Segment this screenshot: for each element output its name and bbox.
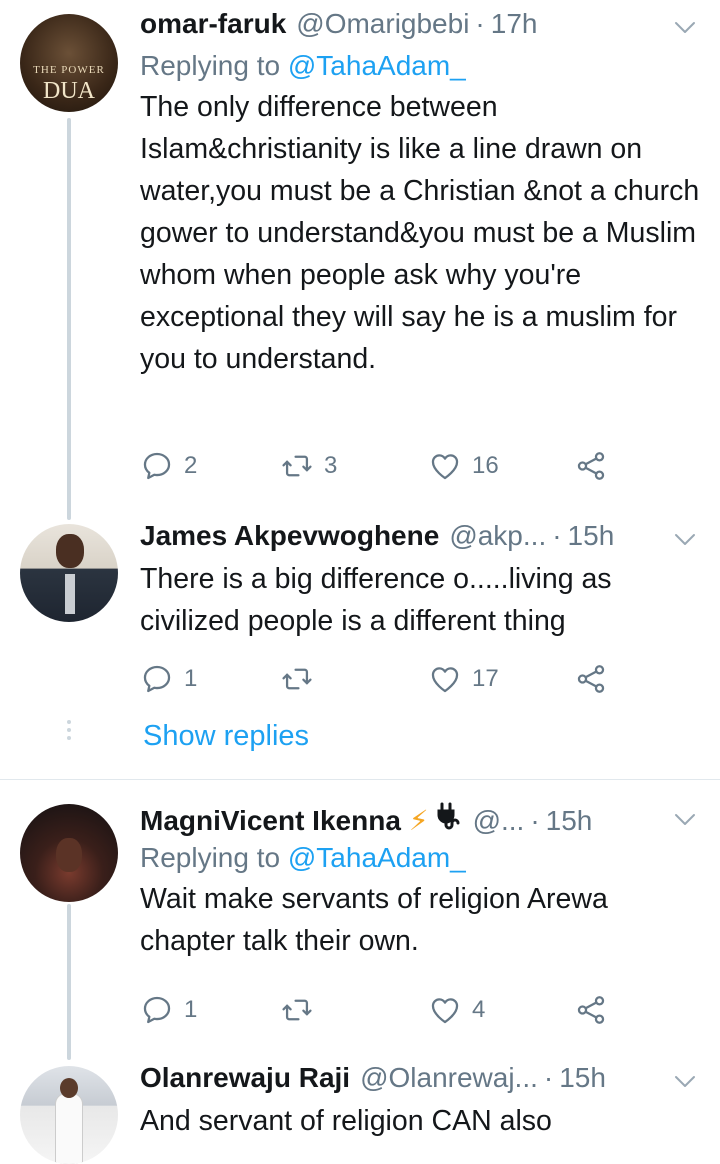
avatar[interactable]: THE POWER DUA <box>20 14 118 112</box>
retweet-button[interactable]: 3 <box>280 446 337 486</box>
avatar-tie <box>65 574 75 614</box>
share-button[interactable] <box>574 990 608 1030</box>
heart-icon <box>428 449 462 483</box>
like-button[interactable]: 16 <box>428 446 499 486</box>
reply-icon <box>140 449 174 483</box>
display-name[interactable]: James Akpevwoghene <box>140 520 439 552</box>
separator: · <box>552 520 562 551</box>
tweet-text: And servant of religion CAN also <box>140 1105 552 1137</box>
heart-icon <box>428 993 462 1027</box>
reply-count: 1 <box>184 996 198 1023</box>
tweet-james-akpevwoghene[interactable]: James Akpevwoghene @akp... · 15h There i… <box>0 520 720 778</box>
chevron-down-icon[interactable] <box>672 810 698 830</box>
timestamp[interactable]: 15h <box>546 805 593 837</box>
chevron-down-icon[interactable] <box>672 1072 698 1092</box>
reply-count: 1 <box>184 665 198 692</box>
avatar[interactable] <box>20 1066 118 1164</box>
handle[interactable]: @Omarigbebi <box>296 8 469 40</box>
reply-icon <box>140 993 174 1027</box>
like-count: 4 <box>472 996 486 1023</box>
replying-to: Replying to @TahaAdam_ <box>140 46 704 86</box>
share-icon <box>574 449 608 483</box>
heart-icon <box>428 662 462 696</box>
like-button[interactable]: 17 <box>428 659 499 699</box>
reply-icon <box>140 662 174 696</box>
display-name[interactable]: MagniVicent Ikenna <box>140 805 401 837</box>
avatar-caption-small: THE POWER <box>33 64 105 76</box>
divider <box>0 779 720 780</box>
tweet-olanrewaju-raji[interactable]: Olanrewaju Raji @Olanrewaj... · 15h And … <box>0 1062 720 1164</box>
tweet-text: The only difference between Islam&christ… <box>140 91 700 375</box>
replying-to: Replying to @TahaAdam_ <box>140 838 704 878</box>
tweet-magnivicent-ikenna[interactable]: MagniVicent Ikenna ⚡ @... · 15h Replying… <box>0 800 720 1060</box>
reply-count: 2 <box>184 452 198 479</box>
display-name[interactable]: omar-faruk <box>140 8 286 40</box>
like-count: 17 <box>472 665 499 692</box>
replying-to-link[interactable]: @TahaAdam_ <box>288 842 466 873</box>
tweet-actions: 1 4 <box>140 990 610 1030</box>
plug-icon <box>437 802 460 830</box>
avatar-figure <box>56 1094 82 1164</box>
retweet-icon <box>280 449 314 483</box>
tweet-actions: 1 17 <box>140 659 610 699</box>
tweet-omar-faruk[interactable]: THE POWER DUA omar-faruk @Omarigbebi · 1… <box>0 0 720 520</box>
share-icon <box>574 993 608 1027</box>
retweet-count: 3 <box>324 452 338 479</box>
tweet-header: MagniVicent Ikenna ⚡ @... · 15h <box>140 800 704 838</box>
share-button[interactable] <box>574 659 608 699</box>
like-button[interactable]: 4 <box>428 990 485 1030</box>
share-icon <box>574 662 608 696</box>
tweet-text: Wait make servants of religion Arewa cha… <box>140 883 608 957</box>
show-replies-link[interactable]: Show replies <box>143 720 309 753</box>
timestamp[interactable]: 15h <box>559 1062 606 1094</box>
retweet-icon <box>280 662 314 696</box>
chevron-down-icon[interactable] <box>672 18 698 38</box>
handle[interactable]: @... <box>473 805 525 837</box>
replying-to-prefix: Replying to <box>140 842 281 873</box>
thread-line <box>67 904 71 1060</box>
timestamp[interactable]: 17h <box>491 8 538 40</box>
avatar-face <box>56 838 82 872</box>
avatar[interactable] <box>20 804 118 902</box>
reply-button[interactable]: 1 <box>140 659 197 699</box>
reply-button[interactable]: 1 <box>140 990 197 1030</box>
retweet-button[interactable] <box>280 659 314 699</box>
replying-to-link[interactable]: @TahaAdam_ <box>288 50 466 81</box>
avatar[interactable] <box>20 524 118 622</box>
thread-line <box>67 118 71 520</box>
tweet-header: omar-faruk @Omarigbebi · 17h <box>140 8 704 46</box>
avatar-caption: DUA <box>43 78 95 104</box>
reply-button[interactable]: 2 <box>140 446 197 486</box>
avatar-head <box>60 1078 78 1098</box>
replying-to-prefix: Replying to <box>140 50 281 81</box>
retweet-button[interactable] <box>280 990 314 1030</box>
separator: · <box>475 8 485 39</box>
thread-more-indicator <box>67 720 71 744</box>
timestamp[interactable]: 15h <box>568 520 615 552</box>
share-button[interactable] <box>574 446 608 486</box>
handle[interactable]: @akp... <box>449 520 546 552</box>
separator: · <box>530 805 540 836</box>
separator: · <box>543 1062 554 1093</box>
handle[interactable]: @Olanrewaj... <box>360 1062 538 1094</box>
display-name[interactable]: Olanrewaju Raji <box>140 1062 350 1094</box>
tweet-text: There is a big difference o.....living a… <box>140 563 612 637</box>
avatar-head <box>56 534 84 568</box>
tweet-header: James Akpevwoghene @akp... · 15h <box>140 520 704 558</box>
chevron-down-icon[interactable] <box>672 530 698 550</box>
tweet-header: Olanrewaju Raji @Olanrewaj... · 15h <box>140 1062 704 1100</box>
tweet-actions: 2 3 16 <box>140 446 610 486</box>
lightning-emoji: ⚡ <box>408 805 429 836</box>
retweet-icon <box>280 993 314 1027</box>
like-count: 16 <box>472 452 499 479</box>
